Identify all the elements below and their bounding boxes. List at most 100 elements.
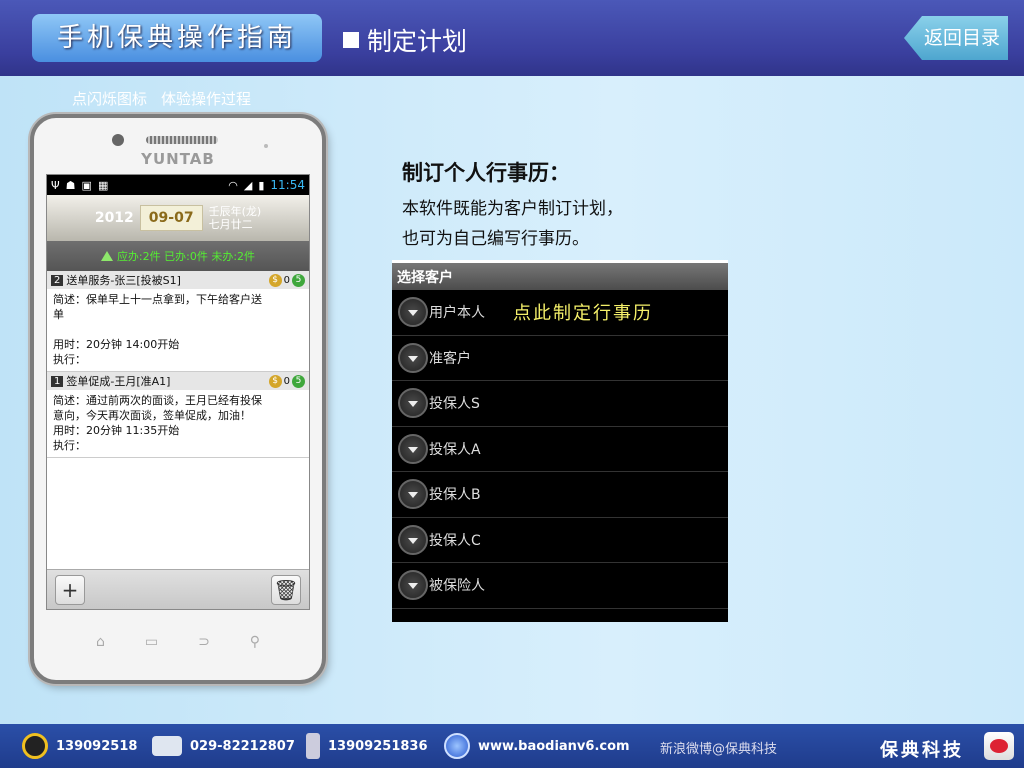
speaker-grille: [146, 136, 218, 144]
phone-mockup: YUNTAB Ψ ☗ ▣ ▦ ◠ ◢ ▮ 11:54 2012 09-07 壬辰…: [30, 114, 326, 684]
android-icon: ☗: [65, 178, 76, 192]
content-heading: 制订个人行事历：: [402, 160, 570, 185]
lunar-day: 七月廿二: [208, 218, 253, 231]
section-title-text: 制定计划: [367, 27, 468, 56]
lunar-date: 壬辰年(龙) 七月廿二: [209, 205, 262, 231]
task-number: 2: [51, 274, 64, 286]
footer-mobile: 13909251836: [306, 724, 428, 768]
phone-number: 029-82212807: [190, 738, 295, 754]
signal-icon: ◢: [243, 178, 253, 192]
task-count-bar: 应办:2件 已办:0件 未办:2件: [47, 241, 309, 271]
task-item[interactable]: 2 送单服务-张三[投被S1] $ 0 5 简述：保单早上十一点拿到，下午给客户…: [47, 271, 309, 372]
task-number: 1: [51, 375, 64, 387]
task-body: 简述：通过前两次的面谈，王月已经有投保 意向，今天再次面谈，签单促成，加油！ 用…: [47, 390, 309, 457]
dropdown-circle-icon: [398, 570, 428, 601]
phone-nav-keys: ⌂ ▭ ⊃ ⚲: [34, 634, 322, 650]
square-bullet-icon: [343, 32, 359, 48]
customer-option[interactable]: 准客户: [392, 336, 728, 381]
trash-icon[interactable]: 🗑: [271, 575, 301, 605]
back-icon[interactable]: ⊃: [198, 634, 210, 650]
company-badge-icon: [984, 732, 1014, 760]
company-logo: 保典科技: [880, 740, 964, 761]
add-task-button[interactable]: +: [55, 575, 85, 605]
option-label: 投保人A: [429, 441, 481, 458]
option-label: 被保险人: [429, 578, 485, 595]
usb-icon: Ψ: [51, 178, 60, 192]
task-header: 2 送单服务-张三[投被S1] $ 0 5: [47, 271, 309, 289]
task-title: 签单促成-王月[准A1]: [66, 375, 171, 388]
task-line: 执行：: [53, 439, 86, 452]
globe-icon: [444, 733, 470, 759]
content-description: 本软件既能为客户制订计划， 也可为自己编写行事历。: [402, 194, 623, 254]
mobile-phone-icon: [306, 733, 320, 759]
date-picker[interactable]: 09-07: [139, 205, 203, 231]
header-bar: 手机保典操作指南 制定计划 返回目录: [0, 0, 1024, 76]
status-right-icons: ◠ ◢ ▮ 11:54: [228, 178, 305, 192]
select-customer-panel: 选择客户 用户本人 点此制定行事历 准客户 投保人S 投保人A 投保人B 投保人…: [392, 260, 728, 622]
customer-option[interactable]: 投保人S: [392, 381, 728, 427]
guide-logo: 手机保典操作指南: [32, 14, 322, 62]
task-title: 送单服务-张三[投被S1]: [66, 274, 181, 287]
dropdown-circle-icon: [398, 297, 428, 328]
coin-count: 0: [283, 274, 290, 286]
task-line: 简述：保单早上十一点拿到，下午给客户送: [53, 293, 262, 306]
footer-bar: 139092518 029-82212807 13909251836 www.b…: [0, 724, 1024, 768]
option-label: 投保人S: [429, 396, 480, 413]
mobile-number: 13909251836: [328, 738, 428, 754]
task-line: 简述：通过前两次的面谈，王月已经有投保: [53, 394, 262, 407]
task-line: 意向，今天再次面谈，签单促成，加油！: [53, 409, 251, 422]
dropdown-circle-icon: [398, 479, 428, 510]
status-bar: Ψ ☗ ▣ ▦ ◠ ◢ ▮ 11:54: [47, 175, 309, 195]
tip-text-1: 点闪烁图标: [72, 90, 148, 108]
footer-website[interactable]: www.baodianv6.com: [444, 724, 630, 768]
panel-title: 选择客户: [392, 260, 728, 290]
option-label: 准客户: [429, 350, 471, 367]
search-icon[interactable]: ⚲: [250, 634, 260, 650]
customer-option[interactable]: 投保人A: [392, 427, 728, 472]
option-label: 投保人B: [429, 487, 481, 504]
phone-bottom-bar: + 🗑: [47, 569, 309, 609]
option-label: 投保人C: [429, 532, 481, 549]
phone-screen: Ψ ☗ ▣ ▦ ◠ ◢ ▮ 11:54 2012 09-07 壬辰年(龙) 七月…: [46, 174, 310, 610]
menu-icon[interactable]: ▭: [145, 634, 158, 650]
score-badge: 5: [292, 273, 305, 287]
sensor-dot: [264, 144, 268, 148]
app-icon: ▦: [97, 178, 109, 192]
task-coins: $ 0 5: [268, 273, 305, 287]
qq-penguin-icon: [22, 733, 48, 759]
task-counts: 应办:2件 已办:0件 未办:2件: [116, 250, 256, 263]
option-label: 用户本人: [429, 305, 485, 322]
task-item[interactable]: 1 签单促成-王月[准A1] $ 0 5 简述：通过前两次的面谈，王月已经有投保…: [47, 372, 309, 458]
task-header: 1 签单促成-王月[准A1] $ 0 5: [47, 372, 309, 390]
task-coins: $ 0 5: [268, 374, 305, 388]
back-to-contents-button[interactable]: 返回目录: [904, 16, 1008, 60]
website-link[interactable]: www.baodianv6.com: [478, 739, 630, 754]
section-title: 制定计划: [343, 22, 467, 58]
task-line: 单: [53, 308, 64, 321]
customer-option[interactable]: 投保人C: [392, 518, 728, 563]
task-body: 简述：保单早上十一点拿到，下午给客户送 单 用时：20分钟 14:00开始 执行…: [47, 289, 309, 371]
weibo-account: 新浪微博@保典科技: [660, 742, 778, 757]
task-line: 用时：20分钟 11:35开始: [53, 424, 180, 437]
camera-icon: [112, 134, 124, 146]
main-area: 点闪烁图标体验操作过程 YUNTAB Ψ ☗ ▣ ▦ ◠ ◢ ▮ 11:54: [0, 76, 1024, 724]
coin-count: 0: [283, 375, 290, 387]
dropdown-circle-icon: [398, 524, 428, 555]
dollar-coin-icon: $: [268, 273, 282, 287]
dollar-coin-icon: $: [268, 374, 282, 388]
status-time: 11:54: [270, 178, 305, 192]
home-icon[interactable]: ⌂: [96, 634, 105, 650]
customer-option[interactable]: 被保险人: [392, 563, 728, 609]
bulb-icon: [100, 251, 113, 261]
year-label: 2012: [94, 210, 134, 226]
dropdown-circle-icon: [398, 433, 428, 464]
footer-phone: 029-82212807: [152, 724, 295, 768]
desc-line-1: 本软件既能为客户制订计划，: [402, 199, 623, 219]
wifi-icon: ◠: [228, 178, 238, 192]
customer-option[interactable]: 用户本人 点此制定行事历: [392, 290, 728, 336]
tip-text-2: 体验操作过程: [161, 90, 252, 108]
dropdown-circle-icon: [398, 388, 428, 419]
customer-option[interactable]: 投保人B: [392, 472, 728, 518]
status-left-icons: Ψ ☗ ▣ ▦: [51, 179, 108, 192]
score-badge: 5: [292, 374, 305, 388]
